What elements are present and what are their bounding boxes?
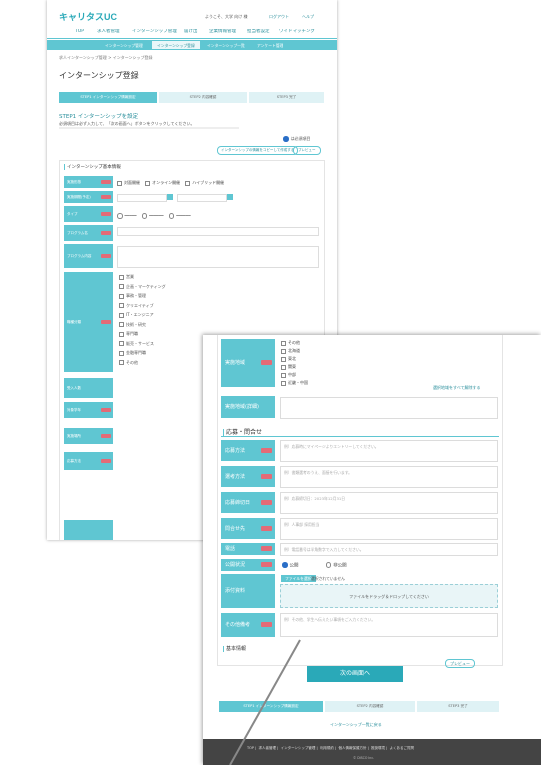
zoom-connector-line	[229, 639, 301, 765]
